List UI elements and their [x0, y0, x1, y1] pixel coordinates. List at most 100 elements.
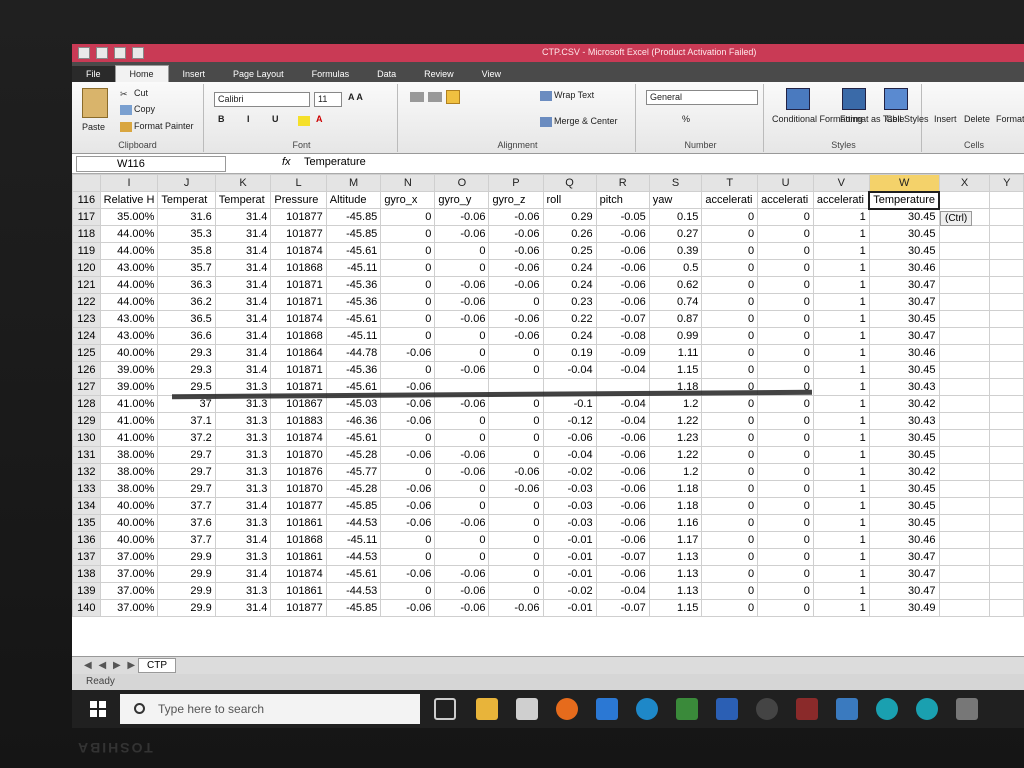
cell[interactable]: 1 — [812, 565, 870, 583]
cell[interactable]: 0.22 — [542, 310, 597, 328]
cell[interactable]: 43.00% — [99, 310, 159, 328]
tab-page-layout[interactable]: Page Layout — [219, 66, 298, 82]
cell[interactable]: 0 — [701, 446, 759, 464]
font-name-select[interactable]: Calibri — [214, 92, 310, 107]
cell[interactable] — [989, 395, 1024, 413]
cell[interactable]: 0.74 — [648, 293, 703, 311]
cell[interactable]: -0.01 — [542, 565, 597, 583]
cell[interactable]: 0 — [434, 412, 490, 430]
cell[interactable]: 0 — [701, 463, 759, 481]
cell[interactable]: 0 — [757, 276, 814, 294]
cell[interactable]: 0 — [434, 344, 490, 362]
cell[interactable]: 30.42 — [868, 395, 940, 413]
cell[interactable]: 0 — [488, 565, 544, 583]
cell[interactable] — [938, 582, 991, 600]
row-header[interactable]: 120 — [72, 259, 101, 277]
cell[interactable]: 0.24 — [542, 276, 597, 294]
cell[interactable]: 101868 — [270, 531, 327, 549]
cell[interactable] — [989, 582, 1024, 600]
cell[interactable]: 0 — [701, 361, 759, 379]
cell[interactable]: -0.06 — [488, 327, 544, 345]
cell[interactable]: -0.06 — [595, 429, 650, 447]
cell[interactable] — [938, 310, 991, 328]
cell[interactable]: 1 — [812, 208, 870, 226]
cell[interactable]: 0 — [488, 429, 544, 447]
cell[interactable]: 1.17 — [648, 531, 703, 549]
cell[interactable]: 30.42 — [868, 463, 940, 481]
cell[interactable]: 0 — [488, 497, 544, 515]
cell[interactable] — [989, 293, 1024, 311]
cell[interactable]: 0 — [757, 395, 814, 413]
number-format-select[interactable]: General — [646, 90, 758, 105]
cell[interactable]: -45.61 — [325, 565, 382, 583]
cell[interactable]: 0.25 — [542, 242, 597, 260]
column-header[interactable]: L — [270, 174, 327, 192]
cell[interactable]: 1 — [812, 599, 870, 617]
wrap-text-button[interactable]: Wrap Text — [540, 90, 594, 101]
cell[interactable]: 101877 — [270, 225, 327, 243]
cell[interactable]: 39.00% — [99, 378, 159, 396]
cell[interactable]: 30.45 — [868, 208, 940, 226]
cell[interactable] — [989, 191, 1024, 209]
row-header[interactable]: 116 — [72, 191, 101, 209]
cell[interactable]: -0.1 — [542, 395, 597, 413]
cell[interactable]: Temperature — [868, 190, 941, 210]
firefox-icon[interactable] — [556, 698, 578, 720]
cell[interactable]: 0 — [434, 548, 490, 566]
cell[interactable] — [938, 361, 991, 379]
cell[interactable]: -0.06 — [488, 259, 544, 277]
cell-styles-icon[interactable] — [884, 88, 908, 110]
cell[interactable] — [938, 344, 991, 362]
cell[interactable]: 0 — [757, 310, 814, 328]
cell[interactable]: 1 — [812, 276, 870, 294]
cell[interactable]: 0 — [488, 548, 544, 566]
cell[interactable]: 1 — [812, 395, 870, 413]
calendar-app-icon[interactable] — [796, 698, 818, 720]
cell[interactable]: 30.47 — [868, 276, 940, 294]
cell[interactable]: 29.7 — [157, 463, 216, 481]
cell[interactable]: gyro_z — [488, 191, 544, 209]
cell[interactable]: 40.00% — [99, 344, 159, 362]
cell[interactable]: 31.3 — [214, 582, 272, 600]
cell[interactable]: 0.5 — [648, 259, 703, 277]
cell[interactable]: -0.06 — [380, 344, 436, 362]
cell[interactable]: 30.45 — [868, 242, 940, 260]
column-header[interactable]: K — [214, 174, 272, 192]
cell[interactable]: 0 — [701, 429, 759, 447]
cell[interactable] — [938, 514, 991, 532]
cell[interactable]: 0 — [380, 208, 436, 226]
cell[interactable]: 0 — [380, 361, 436, 379]
cell[interactable]: 0 — [701, 565, 759, 583]
cell[interactable]: 0.62 — [648, 276, 703, 294]
cell[interactable]: 101861 — [270, 582, 327, 600]
cell[interactable]: 31.4 — [214, 531, 272, 549]
settings-gear-icon[interactable] — [756, 698, 778, 720]
cell[interactable]: 36.3 — [157, 276, 216, 294]
cell[interactable]: 101874 — [270, 310, 327, 328]
cell[interactable]: Relative H — [99, 191, 159, 209]
cell[interactable]: 43.00% — [99, 327, 159, 345]
cell[interactable]: 1.18 — [648, 497, 703, 515]
sheet-nav-arrows[interactable]: ◀ ◀ ▶ ▶ — [84, 660, 137, 671]
cell[interactable]: 1.11 — [648, 344, 703, 362]
cell[interactable]: -0.06 — [434, 208, 490, 226]
row-header[interactable]: 140 — [72, 599, 101, 617]
column-header[interactable]: R — [595, 174, 650, 192]
row-header[interactable]: 128 — [72, 395, 101, 413]
cell[interactable]: 0 — [434, 531, 490, 549]
column-header[interactable]: Q — [542, 174, 597, 192]
cell[interactable]: 0.39 — [648, 242, 703, 260]
edge-icon[interactable] — [636, 698, 658, 720]
cell[interactable]: 0.24 — [542, 259, 597, 277]
cell[interactable]: 44.00% — [99, 225, 159, 243]
cell[interactable]: 31.4 — [214, 293, 272, 311]
cell[interactable]: 1.15 — [648, 599, 703, 617]
cell[interactable]: 101877 — [270, 497, 327, 515]
cell[interactable] — [938, 429, 991, 447]
cell[interactable]: 44.00% — [99, 276, 159, 294]
cell[interactable]: -45.28 — [325, 446, 382, 464]
cell[interactable]: 0.27 — [648, 225, 703, 243]
cell[interactable]: 30.45 — [868, 497, 940, 515]
cell[interactable]: -45.36 — [325, 361, 382, 379]
row-header[interactable]: 139 — [72, 582, 101, 600]
